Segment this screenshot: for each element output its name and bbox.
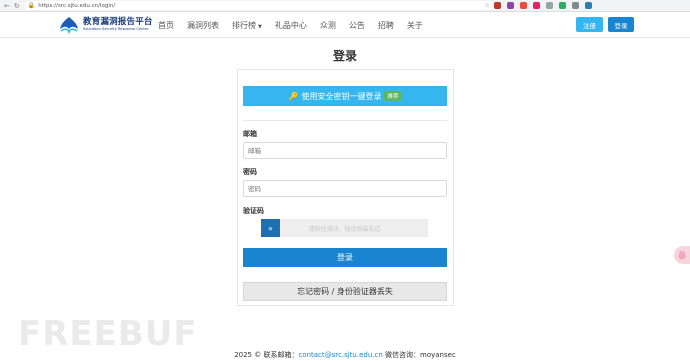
password-field[interactable] (243, 180, 447, 197)
email-label: 邮箱 (243, 130, 257, 138)
captcha-slider-track[interactable]: 请按住滑块，拖动到最右边 (261, 219, 428, 237)
floating-widget[interactable] (674, 246, 690, 264)
footer-wechat: 微信咨询：moyansec (382, 351, 456, 359)
nav-jobs[interactable]: 招聘 (378, 20, 394, 31)
watermark: FREEBUF (18, 314, 198, 354)
double-chevron-right-icon: » (268, 223, 273, 233)
security-key-label: 使用安全密钥一键登录 (301, 91, 382, 101)
extension-icon[interactable] (506, 2, 514, 9)
site-logo[interactable]: 教育漏洞报告平台 Education Security Response Cen… (58, 15, 153, 35)
extension-icon[interactable] (493, 2, 501, 9)
extension-icon[interactable] (571, 2, 579, 9)
nav-gift-center[interactable]: 礼品中心 (275, 20, 307, 31)
nav-ranking[interactable]: 排行榜 ▼ (232, 20, 262, 31)
nav-crowdtest[interactable]: 众测 (320, 20, 336, 31)
contact-email-link[interactable]: contact@src.sjtu.edu.cn (298, 351, 382, 359)
page-title: 登录 (332, 49, 357, 63)
lock-icon: 🔒 (27, 2, 36, 9)
url-text: https://src.sjtu.edu.cn/login/ (38, 2, 116, 9)
star-icon[interactable]: ☆ (484, 2, 493, 9)
extension-icons (493, 2, 598, 9)
extension-icon[interactable] (545, 2, 553, 9)
extension-icon[interactable] (519, 2, 527, 9)
extension-icon[interactable] (532, 2, 540, 9)
address-bar[interactable]: 🔒 https://src.sjtu.edu.cn/login/ ☆ (23, 1, 494, 10)
back-icon[interactable]: ← (4, 0, 10, 12)
divider (243, 120, 447, 121)
header-login-button[interactable]: 登录 (608, 17, 634, 32)
logo-icon (58, 15, 80, 35)
logo-title: 教育漏洞报告平台 (83, 17, 153, 28)
site-header: 教育漏洞报告平台 Education Security Response Cen… (0, 12, 690, 38)
logo-subtitle: Education Security Response Center (83, 26, 149, 31)
reload-icon[interactable]: ↻ (14, 0, 20, 12)
captcha-slider-handle[interactable]: » (261, 219, 280, 237)
browser-toolbar: ← ↻ 🔒 https://src.sjtu.edu.cn/login/ ☆ (0, 0, 690, 12)
slider-hint: 请按住滑块，拖动到最右边 (308, 225, 381, 233)
main-nav: 首页 漏洞列表 排行榜 ▼ 礼品中心 众测 公告 招聘 关于 (158, 12, 436, 38)
footer: 2025 © 联系邮箱：contact@src.sjtu.edu.cn 微信咨询… (0, 350, 690, 360)
nav-home[interactable]: 首页 (158, 20, 174, 31)
email-field[interactable] (243, 142, 447, 159)
password-label: 密码 (243, 168, 257, 176)
security-key-login-button[interactable]: 🔑 使用安全密钥一键登录 推荐 (243, 86, 447, 106)
login-submit-button[interactable]: 登录 (243, 248, 447, 267)
caret-down-icon: ▼ (258, 23, 262, 30)
recommended-badge: 推荐 (384, 91, 402, 101)
footer-prefix: 2025 © 联系邮箱： (234, 351, 299, 359)
bunny-icon (678, 250, 686, 260)
nav-about[interactable]: 关于 (407, 20, 423, 31)
extension-icon[interactable] (584, 2, 592, 9)
register-button[interactable]: 注册 (576, 17, 603, 32)
extension-icon[interactable] (558, 2, 566, 9)
nav-announcements[interactable]: 公告 (349, 20, 365, 31)
nav-ranking-label: 排行榜 (232, 20, 256, 30)
nav-vuln-list[interactable]: 漏洞列表 (187, 20, 219, 31)
captcha-label: 验证码 (243, 207, 264, 215)
forgot-password-button[interactable]: 忘记密码 / 身份验证器丢失 (243, 282, 447, 301)
key-icon: 🔑 (288, 91, 299, 101)
browser-nav-buttons: ← ↻ (0, 0, 20, 12)
